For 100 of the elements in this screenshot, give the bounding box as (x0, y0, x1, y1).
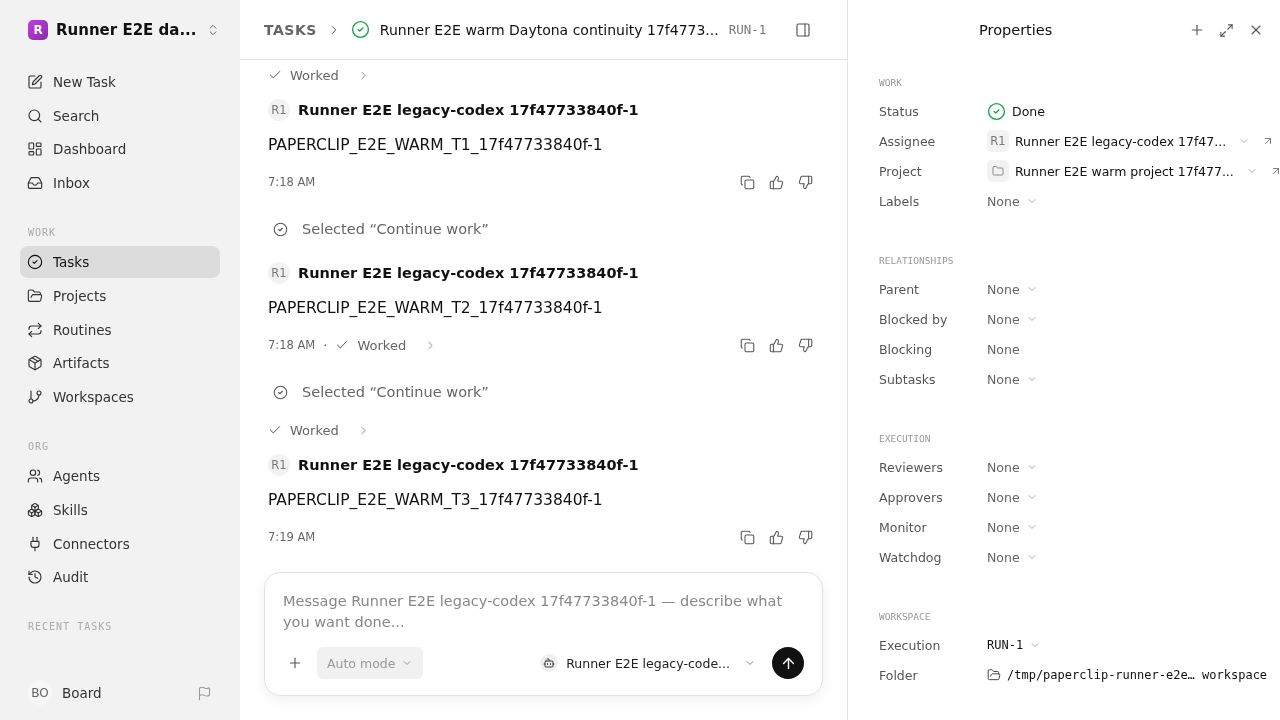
folder-icon (27, 287, 43, 304)
nav-item[interactable]: New Task (20, 66, 220, 98)
nav-label: Dashboard (53, 141, 127, 158)
workspace-logo[interactable]: R (28, 20, 48, 40)
send-button[interactable] (772, 647, 804, 679)
nav-item[interactable]: Projects (20, 279, 220, 312)
thumbs-up-icon[interactable] (769, 174, 784, 190)
nav-item[interactable]: Agents (20, 460, 220, 493)
message-author: Runner E2E legacy-codex 17f47733840f-1 (298, 265, 639, 281)
property-label: Watchdog (879, 549, 943, 565)
agent-avatar: R1 (268, 99, 290, 121)
section-label: RECENT TASKS (27, 620, 114, 635)
inbox-icon (27, 174, 43, 191)
property-value[interactable]: None (987, 281, 1020, 297)
property-value[interactable]: None (987, 489, 1020, 505)
message-text: PAPERCLIP_E2E_WARM_T2_17f47733840f-1 (268, 299, 603, 317)
nav-label: Agents (53, 468, 100, 485)
nav-label: Inbox (53, 174, 90, 191)
agent-dropdown[interactable]: Runner E2E legacy-code... (534, 653, 762, 673)
nav-item[interactable]: Audit (20, 561, 220, 594)
agent-avatar: R1 (987, 130, 1009, 152)
property-label: Subtasks (879, 371, 937, 387)
breadcrumb-link[interactable]: TASKS (264, 21, 317, 38)
nav-label: Tasks (53, 254, 90, 271)
search-icon (27, 107, 43, 124)
board-label[interactable]: Board (62, 685, 187, 701)
property-value[interactable]: None (987, 193, 1020, 209)
nav-item[interactable]: Connectors (20, 527, 220, 560)
property-value[interactable]: None (987, 459, 1020, 475)
folder-icon (987, 160, 1009, 182)
assignee-value[interactable]: Runner E2E legacy-codex 17f47... (1015, 133, 1227, 149)
selection-note: Selected “Continue work” (302, 384, 489, 400)
nav-item[interactable]: Dashboard (20, 133, 220, 166)
message-author: Runner E2E legacy-codex 17f47733840f-1 (298, 457, 639, 473)
check-icon (268, 423, 282, 437)
nav-item[interactable]: Search (20, 99, 220, 132)
nav-label: Audit (53, 569, 89, 586)
nav-label: Skills (53, 501, 88, 518)
run-value[interactable]: RUN-1 (987, 638, 1024, 652)
message-text: PAPERCLIP_E2E_WARM_T1_17f47733840f-1 (268, 136, 603, 154)
check-circle-icon (273, 384, 288, 400)
worked-label[interactable]: Worked (290, 67, 339, 83)
nav-label: Projects (53, 287, 107, 304)
worked-label[interactable]: Worked (290, 422, 339, 438)
plus-icon[interactable] (1189, 22, 1205, 38)
nav-label: Artifacts (53, 355, 110, 372)
status-value[interactable]: Done (1012, 103, 1045, 119)
branch-icon (27, 388, 43, 405)
section-label: ORG (27, 439, 51, 454)
nav-item[interactable]: Routines (20, 313, 220, 346)
property-label: Status (879, 103, 920, 119)
message-composer[interactable]: Message Runner E2E legacy-codex 17f47733840f-1 — describe what you want done... Auto mode Runner E2E legacy-code... (264, 572, 823, 696)
nav-item[interactable]: Skills (20, 493, 220, 526)
property-value[interactable]: None (987, 371, 1020, 387)
nav-label: New Task (53, 74, 116, 90)
copy-icon[interactable] (740, 529, 755, 545)
thumbs-down-icon[interactable] (798, 529, 813, 545)
property-label: Blocking (879, 341, 934, 357)
copy-icon[interactable] (740, 174, 755, 190)
people-icon (27, 468, 43, 485)
check-icon (335, 338, 350, 352)
thumbs-up-icon[interactable] (769, 529, 784, 545)
section-label: WORK (879, 75, 903, 90)
section-label: WORKSPACE (879, 609, 932, 624)
property-label: Folder (879, 667, 919, 683)
plug-icon (27, 535, 43, 552)
check-circle-icon (273, 221, 288, 237)
nav-label: Connectors (53, 535, 130, 552)
section-label: WORK (27, 225, 58, 240)
worked-label[interactable]: Worked (357, 337, 407, 353)
thumbs-up-icon[interactable] (769, 337, 784, 353)
done-status-icon (987, 101, 1006, 121)
property-value[interactable]: None (987, 311, 1020, 327)
nav-item[interactable]: Inbox (20, 166, 220, 199)
message-time: 7:18 AM (268, 175, 316, 189)
panel-title: Properties (979, 22, 1053, 38)
nav-item[interactable]: Workspaces (20, 380, 220, 413)
thumbs-down-icon[interactable] (798, 337, 813, 353)
project-value[interactable]: Runner E2E warm project 17f477... (1015, 163, 1234, 179)
panel-toggle-icon[interactable] (795, 21, 811, 38)
dashboard-icon (27, 141, 43, 158)
flag-icon[interactable] (197, 685, 212, 701)
message-time: 7:18 AM (268, 338, 316, 352)
selection-note: Selected “Continue work” (302, 221, 489, 237)
section-label: RELATIONSHIPS (879, 253, 955, 268)
task-title: Runner E2E warm Daytona continuity 17f4773... (379, 21, 719, 38)
property-value[interactable]: None (987, 519, 1020, 535)
property-label: Monitor (879, 519, 928, 535)
thumbs-down-icon[interactable] (798, 174, 813, 190)
nav-item[interactable]: Artifacts (20, 347, 220, 380)
nav-item[interactable]: Tasks (20, 246, 220, 279)
property-label: Reviewers (879, 459, 944, 475)
property-value[interactable]: None (987, 549, 1020, 565)
expand-icon[interactable] (1219, 22, 1234, 38)
check-icon (268, 68, 282, 82)
message-text: PAPERCLIP_E2E_WARM_T3_17f47733840f-1 (268, 491, 603, 509)
section-label: EXECUTION (879, 431, 932, 446)
copy-icon[interactable] (740, 337, 755, 353)
workspace-name[interactable]: Runner E2E da... (56, 21, 198, 39)
agent-avatar: R1 (268, 262, 290, 284)
